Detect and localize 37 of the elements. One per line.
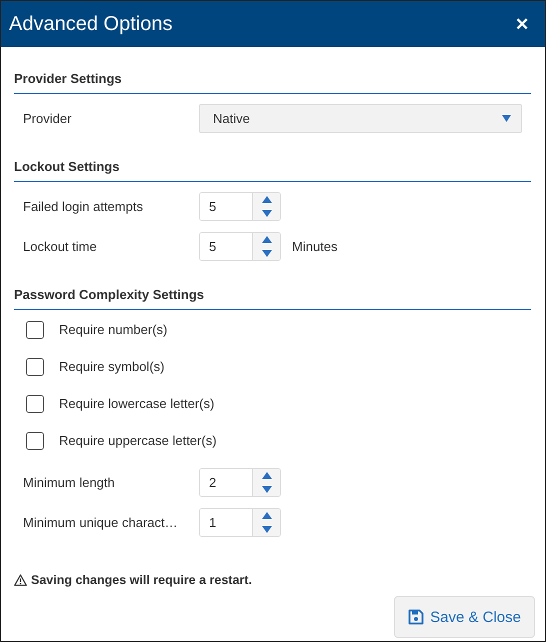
- field-label: Failed login attempts: [23, 199, 144, 214]
- section-title: Provider Settings: [14, 71, 531, 94]
- number-spinner[interactable]: 5: [199, 192, 281, 221]
- window-title: Advanced Options: [9, 12, 172, 36]
- down-arrow-icon: [262, 210, 272, 217]
- checkbox[interactable]: [26, 358, 44, 376]
- number-spinner[interactable]: 1: [199, 508, 281, 537]
- checkbox[interactable]: [26, 320, 44, 338]
- checkbox-label: Require symbol(s): [59, 359, 164, 374]
- warning-text: Saving changes will require a restart.: [31, 573, 252, 587]
- down-arrow-icon: [262, 250, 272, 257]
- field-label: Lockout time: [23, 239, 98, 254]
- down-arrow-icon: [262, 486, 272, 493]
- up-arrow-icon: [262, 236, 272, 244]
- section-title: Password Complexity Settings: [14, 287, 531, 310]
- field-label: Minimum unique charact…: [23, 515, 179, 530]
- section-title: Lockout Settings: [14, 159, 531, 182]
- down-arrow-icon: [262, 526, 272, 533]
- checkbox[interactable]: [26, 394, 44, 412]
- checkbox-label: Require lowercase letter(s): [59, 396, 214, 411]
- close-button[interactable]: ✕: [515, 14, 529, 34]
- up-arrow-icon: [262, 472, 272, 480]
- up-arrow-icon: [262, 512, 272, 520]
- checkbox-label: Require number(s): [59, 322, 168, 337]
- unit-label: Minutes: [292, 239, 338, 254]
- field-label: Provider: [23, 111, 72, 126]
- save-icon: [408, 609, 424, 625]
- number-spinner[interactable]: 2: [199, 468, 281, 497]
- number-spinner[interactable]: 5: [199, 232, 281, 261]
- checkbox[interactable]: [26, 432, 44, 450]
- provider-dropdown[interactable]: Native: [199, 104, 522, 133]
- warning-icon: [14, 574, 27, 586]
- up-arrow-icon: [262, 196, 272, 204]
- save-button[interactable]: Save & Close: [394, 596, 535, 638]
- checkbox-label: Require uppercase letter(s): [59, 433, 217, 448]
- caret-icon: [502, 115, 511, 122]
- field-label: Minimum length: [23, 475, 116, 490]
